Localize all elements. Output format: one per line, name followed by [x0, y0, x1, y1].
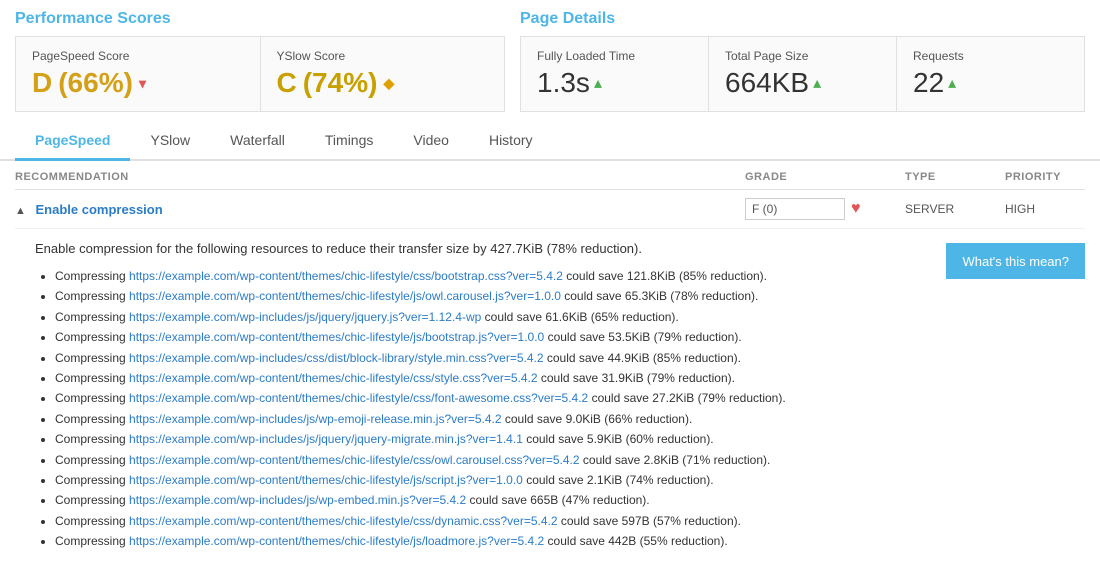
rec-type: SERVER [905, 202, 1005, 216]
resource-link[interactable]: https://example.com/wp-content/themes/ch… [129, 534, 544, 548]
list-item: Compressing https://example.com/wp-conte… [55, 286, 926, 306]
col-header-grade: GRADE [745, 171, 905, 183]
table-header: RECOMMENDATION GRADE TYPE PRIORITY [15, 161, 1085, 190]
yslow-score-label: YSlow Score [277, 49, 489, 63]
col-header-type: TYPE [905, 171, 1005, 183]
yslow-trend-icon: ◆ [383, 75, 394, 92]
list-item: Compressing https://example.com/wp-inclu… [55, 348, 926, 368]
pagespeed-score-letter: D [32, 67, 52, 99]
grade-container: ♥ [745, 198, 905, 220]
list-item: Compressing https://example.com/wp-inclu… [55, 429, 926, 449]
grade-arrow-icon: ♥ [851, 200, 861, 218]
pagespeed-score-value: D (66%) ▾ [32, 67, 244, 99]
requests-trend-icon: ▴ [948, 73, 956, 93]
rec-priority: HIGH [1005, 202, 1085, 216]
page-size-box: Total Page Size 664KB ▴ [709, 37, 897, 111]
resource-link[interactable]: https://example.com/wp-content/themes/ch… [129, 391, 588, 405]
list-item: Compressing https://example.com/wp-conte… [55, 470, 926, 490]
yslow-score-percent: (74%) [303, 67, 378, 99]
list-item: Compressing https://example.com/wp-conte… [55, 531, 926, 551]
resource-link[interactable]: https://example.com/wp-content/themes/ch… [129, 269, 563, 283]
pagespeed-score-label: PageSpeed Score [32, 49, 244, 63]
detail-summary: Enable compression for the following res… [35, 241, 926, 256]
content-section: RECOMMENDATION GRADE TYPE PRIORITY ▲ Ena… [0, 161, 1100, 563]
fully-loaded-value: 1.3s ▴ [537, 67, 692, 99]
page-size-value: 664KB ▴ [725, 67, 880, 99]
recommendation-title[interactable]: ▲ Enable compression [15, 202, 745, 217]
performance-scores-section: Performance Scores PageSpeed Score D (66… [15, 10, 505, 112]
tabs-nav: PageSpeed YSlow Waterfall Timings Video … [0, 122, 1100, 161]
fully-loaded-box: Fully Loaded Time 1.3s ▴ [521, 37, 709, 111]
page-details-section: Page Details Fully Loaded Time 1.3s ▴ To… [520, 10, 1085, 112]
pagespeed-score-percent: (66%) [58, 67, 133, 99]
resource-link[interactable]: https://example.com/wp-includes/js/jquer… [129, 432, 523, 446]
list-item: Compressing https://example.com/wp-conte… [55, 266, 926, 286]
tab-yslow[interactable]: YSlow [130, 122, 210, 161]
list-item: Compressing https://example.com/wp-conte… [55, 388, 926, 408]
scores-container: PageSpeed Score D (66%) ▾ YSlow Score C … [15, 36, 505, 112]
list-item: Compressing https://example.com/wp-inclu… [55, 490, 926, 510]
tab-waterfall[interactable]: Waterfall [210, 122, 305, 161]
requests-value: 22 ▴ [913, 67, 1068, 99]
yslow-score-box: YSlow Score C (74%) ◆ [261, 37, 505, 111]
pagespeed-score-box: PageSpeed Score D (66%) ▾ [16, 37, 261, 111]
performance-scores-title: Performance Scores [15, 10, 505, 28]
expand-icon[interactable]: ▲ [15, 205, 26, 217]
list-item: Compressing https://example.com/wp-inclu… [55, 307, 926, 327]
tab-pagespeed[interactable]: PageSpeed [15, 122, 130, 161]
fully-loaded-trend-icon: ▴ [594, 73, 602, 93]
pagespeed-trend-icon: ▾ [139, 75, 146, 92]
list-item: Compressing https://example.com/wp-conte… [55, 368, 926, 388]
recommendation-row: ▲ Enable compression ♥ SERVER HIGH [15, 190, 1085, 229]
requests-box: Requests 22 ▴ [897, 37, 1084, 111]
page-details-title: Page Details [520, 10, 1085, 28]
detail-text: Enable compression for the following res… [35, 241, 926, 551]
details-container: Fully Loaded Time 1.3s ▴ Total Page Size… [520, 36, 1085, 112]
resource-link[interactable]: https://example.com/wp-content/themes/ch… [129, 514, 558, 528]
grade-input[interactable] [745, 198, 845, 220]
resource-link[interactable]: https://example.com/wp-includes/css/dist… [129, 351, 544, 365]
list-item: Compressing https://example.com/wp-conte… [55, 511, 926, 531]
list-item: Compressing https://example.com/wp-conte… [55, 450, 926, 470]
fully-loaded-label: Fully Loaded Time [537, 49, 692, 63]
tab-timings[interactable]: Timings [305, 122, 394, 161]
resource-link[interactable]: https://example.com/wp-includes/js/wp-em… [129, 493, 466, 507]
whats-this-button[interactable]: What's this mean? [946, 243, 1085, 279]
requests-label: Requests [913, 49, 1068, 63]
resource-link[interactable]: https://example.com/wp-content/themes/ch… [129, 371, 538, 385]
col-header-recommendation: RECOMMENDATION [15, 171, 745, 183]
resource-link[interactable]: https://example.com/wp-content/themes/ch… [129, 330, 544, 344]
page-size-trend-icon: ▴ [813, 73, 821, 93]
list-item: Compressing https://example.com/wp-inclu… [55, 409, 926, 429]
tab-history[interactable]: History [469, 122, 553, 161]
page-size-label: Total Page Size [725, 49, 880, 63]
resource-link[interactable]: https://example.com/wp-content/themes/ch… [129, 473, 523, 487]
resource-link[interactable]: https://example.com/wp-includes/js/jquer… [129, 310, 481, 324]
list-item: Compressing https://example.com/wp-conte… [55, 327, 926, 347]
detail-content: Enable compression for the following res… [15, 229, 1085, 563]
resource-link[interactable]: https://example.com/wp-content/themes/ch… [129, 289, 561, 303]
yslow-score-letter: C [277, 67, 297, 99]
col-header-priority: PRIORITY [1005, 171, 1085, 183]
resource-link[interactable]: https://example.com/wp-content/themes/ch… [129, 453, 580, 467]
resource-link[interactable]: https://example.com/wp-includes/js/wp-em… [129, 412, 502, 426]
yslow-score-value: C (74%) ◆ [277, 67, 489, 99]
tab-video[interactable]: Video [393, 122, 469, 161]
detail-list: Compressing https://example.com/wp-conte… [35, 266, 926, 551]
